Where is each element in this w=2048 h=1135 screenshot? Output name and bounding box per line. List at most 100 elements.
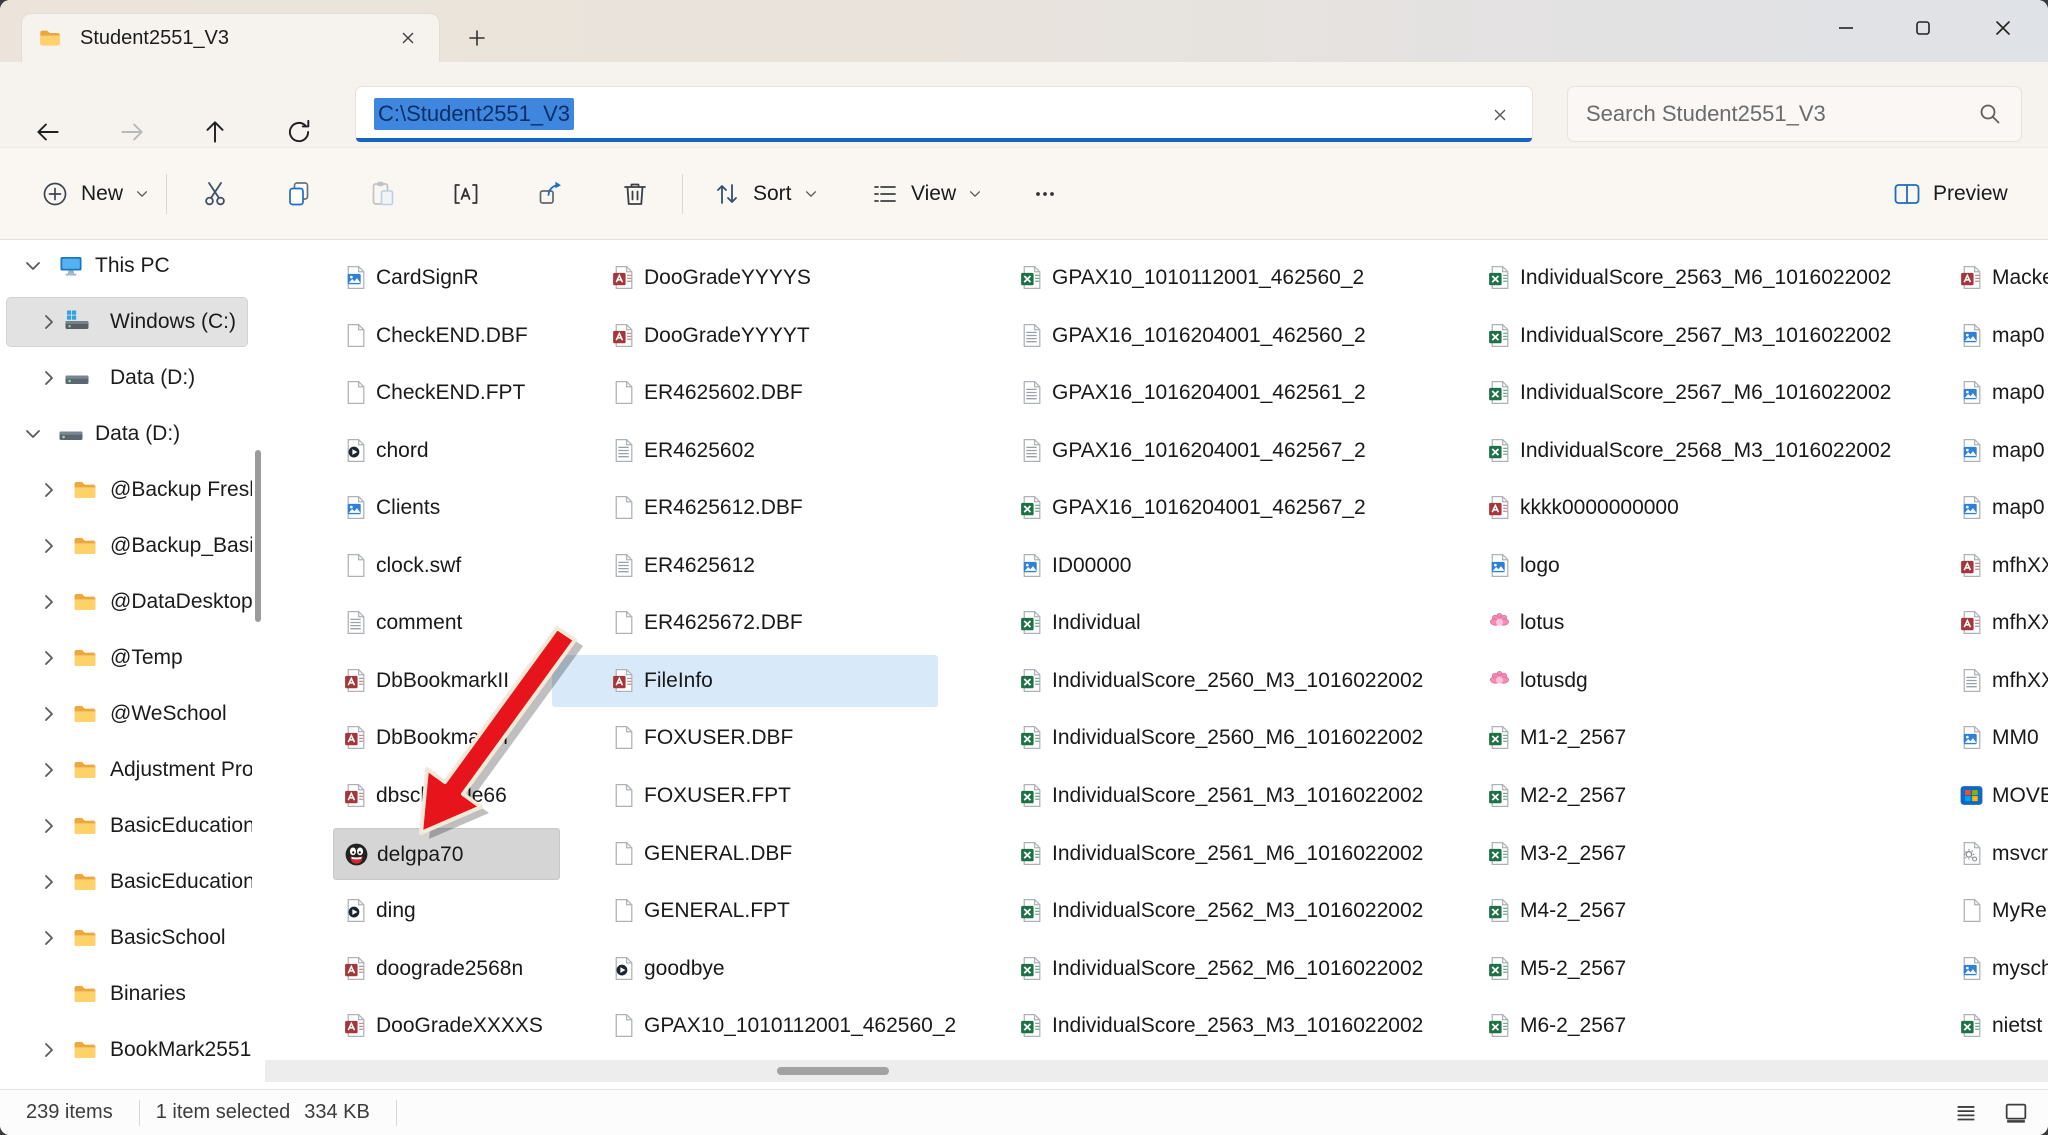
file-item-label: ER4625612.DBF [644, 482, 803, 534]
file-item-individualscore-2562-m6-1016022002[interactable]: IndividualScore_2562_M6_1016022002 [1000, 943, 1450, 995]
file-item-gpax16-1016204001-462567-2[interactable]: GPAX16_1016204001_462567_2 [1000, 425, 1450, 477]
file-item-individualscore-2567-m3-1016022002[interactable]: IndividualScore_2567_M3_1016022002 [1468, 310, 1908, 362]
file-item-gpax10-1010112001-462560-2[interactable]: GPAX10_1010112001_462560_2 [1000, 252, 1450, 304]
file-item-dbschedule66[interactable]: dbschedule66 [333, 770, 560, 822]
file-item-mfhxx[interactable]: mfhXX [1940, 540, 2048, 592]
file-item-er4625602-dbf[interactable]: ER4625602.DBF [552, 367, 938, 419]
file-item-individualscore-2561-m3-1016022002[interactable]: IndividualScore_2561_M3_1016022002 [1000, 770, 1450, 822]
file-item-fileinfo[interactable]: FileInfo [552, 655, 938, 707]
file-item-doogradexxxxs[interactable]: DooGradeXXXXS [333, 1000, 560, 1052]
file-item-delgpa70[interactable]: delgpa70 [333, 828, 560, 880]
file-item-individualscore-2562-m3-1016022002[interactable]: IndividualScore_2562_M3_1016022002 [1000, 885, 1450, 937]
minimize-button[interactable] [1813, 0, 1879, 55]
delete-button[interactable] [605, 164, 665, 224]
file-item-checkend-fpt[interactable]: CheckEND.FPT [333, 367, 560, 419]
file-item-kkkk0000000000[interactable]: kkkk0000000000 [1468, 482, 1908, 534]
file-item-msvcr[interactable]: msvcr [1940, 828, 2048, 880]
cut-button[interactable] [185, 164, 245, 224]
tab-close-icon[interactable] [391, 21, 425, 55]
file-item-logo[interactable]: logo [1468, 540, 1908, 592]
file-item-clock-swf[interactable]: clock.swf [333, 540, 560, 592]
file-item-map0[interactable]: map0 [1940, 367, 2048, 419]
file-item-clients[interactable]: Clients [333, 482, 560, 534]
file-item-macke[interactable]: Macke [1940, 252, 2048, 304]
file-item-general-fpt[interactable]: GENERAL.FPT [552, 885, 938, 937]
file-item-er4625602[interactable]: ER4625602 [552, 425, 938, 477]
large-icons-view-icon[interactable] [1998, 1095, 2034, 1131]
file-item-m3-2-2567[interactable]: M3-2_2567 [1468, 828, 1908, 880]
status-divider [139, 1100, 140, 1126]
file-item-gpax16-1016204001-462561-2[interactable]: GPAX16_1016204001_462561_2 [1000, 367, 1450, 419]
file-item-mm0[interactable]: MM0 [1940, 712, 2048, 764]
file-item-lotus[interactable]: lotus [1468, 597, 1908, 649]
file-item-lotusdg[interactable]: lotusdg [1468, 655, 1908, 707]
search-icon[interactable] [1977, 101, 2003, 127]
copy-button[interactable] [269, 164, 329, 224]
preview-button[interactable]: Preview [1880, 164, 2020, 224]
file-item-general-dbf[interactable]: GENERAL.DBF [552, 828, 938, 880]
paste-button[interactable] [353, 164, 413, 224]
file-item-individualscore-2560-m6-1016022002[interactable]: IndividualScore_2560_M6_1016022002 [1000, 712, 1450, 764]
file-item-mfhxx[interactable]: mfhXX [1940, 597, 2048, 649]
file-item-foxuser-dbf[interactable]: FOXUSER.DBF [552, 712, 938, 764]
close-button[interactable] [1970, 0, 2036, 55]
file-item-gpax16-1016204001-462560-2[interactable]: GPAX16_1016204001_462560_2 [1000, 310, 1450, 362]
file-item-individualscore-2560-m3-1016022002[interactable]: IndividualScore_2560_M3_1016022002 [1000, 655, 1450, 707]
share-button[interactable] [521, 164, 581, 224]
file-item-individualscore-2561-m6-1016022002[interactable]: IndividualScore_2561_M6_1016022002 [1000, 828, 1450, 880]
file-item-individualscore-2568-m3-1016022002[interactable]: IndividualScore_2568_M3_1016022002 [1468, 425, 1908, 477]
horizontal-scrollbar-thumb[interactable] [777, 1067, 889, 1075]
file-item-m4-2-2567[interactable]: M4-2_2567 [1468, 885, 1908, 937]
file-item-m1-2-2567[interactable]: M1-2_2567 [1468, 712, 1908, 764]
file-item-er4625612[interactable]: ER4625612 [552, 540, 938, 592]
file-item-m6-2-2567[interactable]: M6-2_2567 [1468, 1000, 1908, 1052]
file-item-id00000[interactable]: ID00000 [1000, 540, 1450, 592]
file-item-gpax16-1016204001-462567-2[interactable]: GPAX16_1016204001_462567_2 [1000, 482, 1450, 534]
file-item-doograde2568n[interactable]: doograde2568n [333, 943, 560, 995]
file-item-nietst[interactable]: nietst [1940, 1000, 2048, 1052]
file-item-m5-2-2567[interactable]: M5-2_2567 [1468, 943, 1908, 995]
file-item-map0[interactable]: map0 [1940, 425, 2048, 477]
file-item-gpax10-1010112001-462560-2[interactable]: GPAX10_1010112001_462560_2 [552, 1000, 938, 1052]
command-bar: New Sort View Preview [0, 148, 2048, 240]
file-item-dbbookmarkii[interactable]: DbBookmarkII [333, 655, 560, 707]
file-item-mysch[interactable]: mysch [1940, 943, 2048, 995]
file-item-individualscore-2567-m6-1016022002[interactable]: IndividualScore_2567_M6_1016022002 [1468, 367, 1908, 419]
file-item-cardsignr[interactable]: CardSignR [333, 252, 560, 304]
file-item-myre[interactable]: MyRe [1940, 885, 2048, 937]
file-item-map0[interactable]: map0 [1940, 482, 2048, 534]
address-path[interactable]: C:\Student2551_V3 [374, 98, 574, 130]
file-item-individualscore-2563-m3-1016022002[interactable]: IndividualScore_2563_M3_1016022002 [1000, 1000, 1450, 1052]
file-item-doogradeyyyys[interactable]: DooGradeYYYYS [552, 252, 938, 304]
new-tab-button[interactable] [460, 21, 494, 55]
new-button[interactable]: New [30, 164, 160, 224]
file-item-chord[interactable]: chord [333, 425, 560, 477]
more-options-button[interactable] [1015, 164, 1075, 224]
excel-file-icon [1018, 609, 1045, 636]
maximize-button[interactable] [1890, 0, 1956, 55]
rename-button[interactable] [436, 164, 496, 224]
file-item-individualscore-2563-m6-1016022002[interactable]: IndividualScore_2563_M6_1016022002 [1468, 252, 1908, 304]
file-item-er4625612-dbf[interactable]: ER4625612.DBF [552, 482, 938, 534]
file-item-comment[interactable]: comment [333, 597, 560, 649]
file-item-er4625672-dbf[interactable]: ER4625672.DBF [552, 597, 938, 649]
details-view-icon[interactable] [1948, 1095, 1984, 1131]
address-clear-icon[interactable] [1482, 97, 1518, 133]
sort-button[interactable]: Sort [700, 164, 831, 224]
file-item-checkend-dbf[interactable]: CheckEND.DBF [333, 310, 560, 362]
explorer-tab[interactable]: Student2551_V3 [21, 13, 440, 62]
file-item-dbbookmarkil[interactable]: DbBookmarkIl [333, 712, 560, 764]
horizontal-scrollbar-track[interactable] [265, 1060, 2048, 1082]
file-item-mfhxx[interactable]: mfhXX [1940, 655, 2048, 707]
search-box[interactable]: Search Student2551_V3 [1567, 86, 2022, 142]
file-item-move[interactable]: MOVE [1940, 770, 2048, 822]
address-bar[interactable]: C:\Student2551_V3 [355, 86, 1533, 142]
file-item-map0[interactable]: map0 [1940, 310, 2048, 362]
file-item-goodbye[interactable]: goodbye [552, 943, 938, 995]
file-item-doogradeyyyyt[interactable]: DooGradeYYYYT [552, 310, 938, 362]
file-item-individual[interactable]: Individual [1000, 597, 1450, 649]
file-item-ding[interactable]: ding [333, 885, 560, 937]
view-button[interactable]: View [858, 164, 995, 224]
file-item-foxuser-fpt[interactable]: FOXUSER.FPT [552, 770, 938, 822]
file-item-m2-2-2567[interactable]: M2-2_2567 [1468, 770, 1908, 822]
